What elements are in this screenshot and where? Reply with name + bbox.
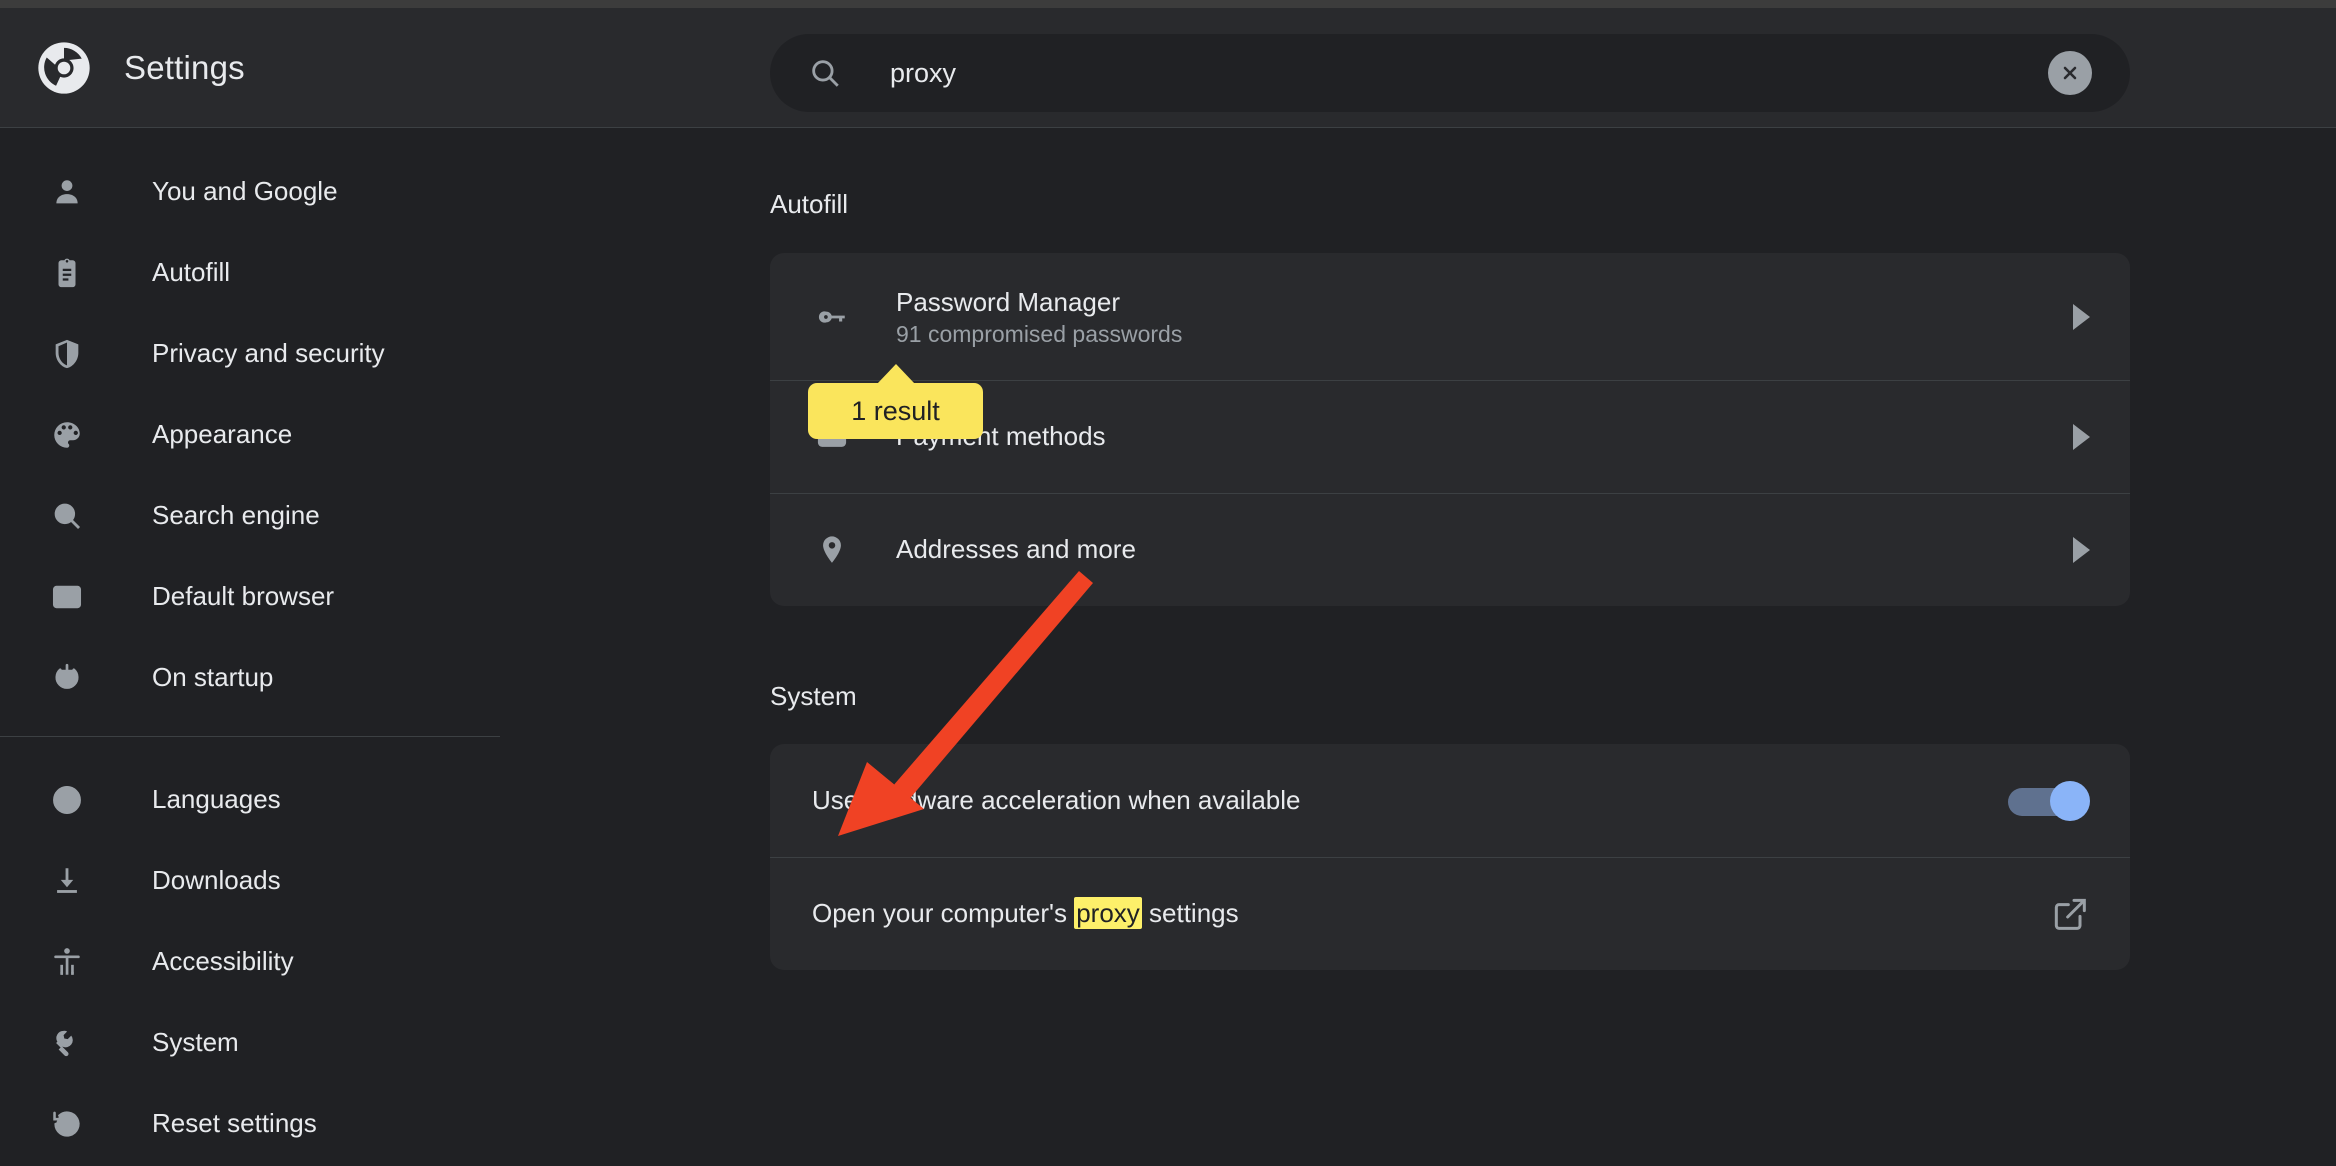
shield-icon (48, 335, 86, 373)
sidebar-item-label: Autofill (152, 257, 231, 287)
sidebar-item-label: Default browser (152, 581, 335, 611)
tooltip-label: 1 result (851, 395, 940, 426)
sidebar-item-on-startup[interactable]: On startup (0, 637, 500, 718)
browser-window-icon (48, 578, 86, 616)
sidebar-item-label: Privacy and security (152, 338, 385, 368)
location-pin-icon (810, 533, 854, 567)
key-icon (810, 300, 854, 334)
download-icon (48, 862, 86, 900)
palette-icon (48, 416, 86, 454)
search-settings-box[interactable]: proxy (770, 34, 2130, 112)
system-card: Use hardware acceleration when available… (770, 744, 2130, 970)
row-text-block: Use hardware acceleration when available (812, 783, 2008, 818)
sidebar-item-you-and-google[interactable]: You and Google (0, 151, 500, 232)
power-icon (48, 659, 86, 697)
sidebar-item-label: Downloads (152, 865, 281, 895)
external-link-icon[interactable] (2050, 894, 2090, 934)
row-open-proxy-settings[interactable]: Open your computer's proxy settings (770, 857, 2130, 970)
sidebar-item-reset-settings[interactable]: Reset settings (0, 1083, 500, 1164)
accessibility-icon (48, 943, 86, 981)
sidebar-item-downloads[interactable]: Downloads (0, 840, 500, 921)
sidebar-item-label: System (152, 1027, 239, 1057)
search-icon (808, 56, 842, 90)
sidebar-item-accessibility[interactable]: Accessibility (0, 921, 500, 1002)
settings-content: Autofill Password Manager 91 compromised… (500, 129, 2336, 1166)
section-heading-system: System (770, 681, 857, 711)
sidebar-item-search-engine[interactable]: Search engine (0, 475, 500, 556)
row-password-manager[interactable]: Password Manager 91 compromised password… (770, 253, 2130, 380)
sidebar-item-default-browser[interactable]: Default browser (0, 556, 500, 637)
clipboard-icon (48, 254, 86, 292)
row-title: Addresses and more (896, 534, 1136, 565)
search-match-highlight: proxy (1074, 897, 1142, 930)
row-text-block: Open your computer's proxy settings (812, 896, 2050, 931)
section-heading-autofill: Autofill (770, 189, 849, 219)
wrench-icon (48, 1024, 86, 1062)
chevron-right-icon[interactable] (2073, 424, 2090, 450)
settings-header: Settings proxy (0, 8, 2336, 128)
row-text-block: Payment methods (896, 419, 2073, 454)
row-subtitle: 91 compromised passwords (896, 320, 1183, 347)
search-result-tooltip: 1 result (808, 383, 983, 439)
sidebar-item-autofill[interactable]: Autofill (0, 232, 500, 313)
chrome-logo-icon (36, 40, 92, 96)
sidebar-item-label: Search engine (152, 500, 320, 530)
sidebar-group-secondary: Languages Downloads Accessibility System… (0, 737, 500, 1164)
settings-sidebar: You and Google Autofill Privacy and secu… (0, 129, 500, 1166)
sidebar-item-label: Appearance (152, 419, 293, 449)
row-title: Open your computer's proxy settings (812, 897, 1239, 930)
globe-icon (48, 781, 86, 819)
person-icon (48, 173, 86, 211)
sidebar-item-label: On startup (152, 662, 274, 692)
row-hardware-acceleration[interactable]: Use hardware acceleration when available (770, 744, 2130, 857)
row-title: Use hardware acceleration when available (812, 784, 1301, 815)
page-title: Settings (124, 48, 245, 86)
chevron-right-icon[interactable] (2073, 303, 2090, 330)
search-icon (48, 497, 86, 535)
row-title: Password Manager (896, 287, 1120, 318)
toggle-knob (2050, 780, 2090, 821)
sidebar-item-label: You and Google (152, 176, 338, 206)
row-text-block: Addresses and more (896, 532, 2073, 567)
history-restore-icon (48, 1105, 86, 1143)
chevron-right-icon[interactable] (2073, 537, 2090, 563)
sidebar-item-languages[interactable]: Languages (0, 759, 500, 840)
browser-window-edge (0, 0, 2336, 8)
sidebar-item-system[interactable]: System (0, 1002, 500, 1083)
sidebar-item-label: Reset settings (152, 1108, 317, 1138)
sidebar-group-primary: You and Google Autofill Privacy and secu… (0, 129, 500, 718)
proxy-title-after: settings (1141, 898, 1239, 929)
proxy-title-before: Open your computer's (812, 898, 1075, 929)
hardware-acceleration-toggle[interactable] (2008, 780, 2090, 821)
settings-window: Settings proxy You and Google Autofill P… (0, 0, 2336, 1166)
search-input[interactable]: proxy (890, 58, 2048, 89)
sidebar-item-label: Accessibility (152, 946, 294, 976)
row-addresses-and-more[interactable]: Addresses and more (770, 493, 2130, 606)
sidebar-item-appearance[interactable]: Appearance (0, 394, 500, 475)
row-text-block: Password Manager 91 compromised password… (896, 285, 2073, 347)
sidebar-item-privacy-and-security[interactable]: Privacy and security (0, 313, 500, 394)
clear-search-button[interactable] (2048, 51, 2092, 95)
sidebar-item-label: Languages (152, 784, 281, 814)
